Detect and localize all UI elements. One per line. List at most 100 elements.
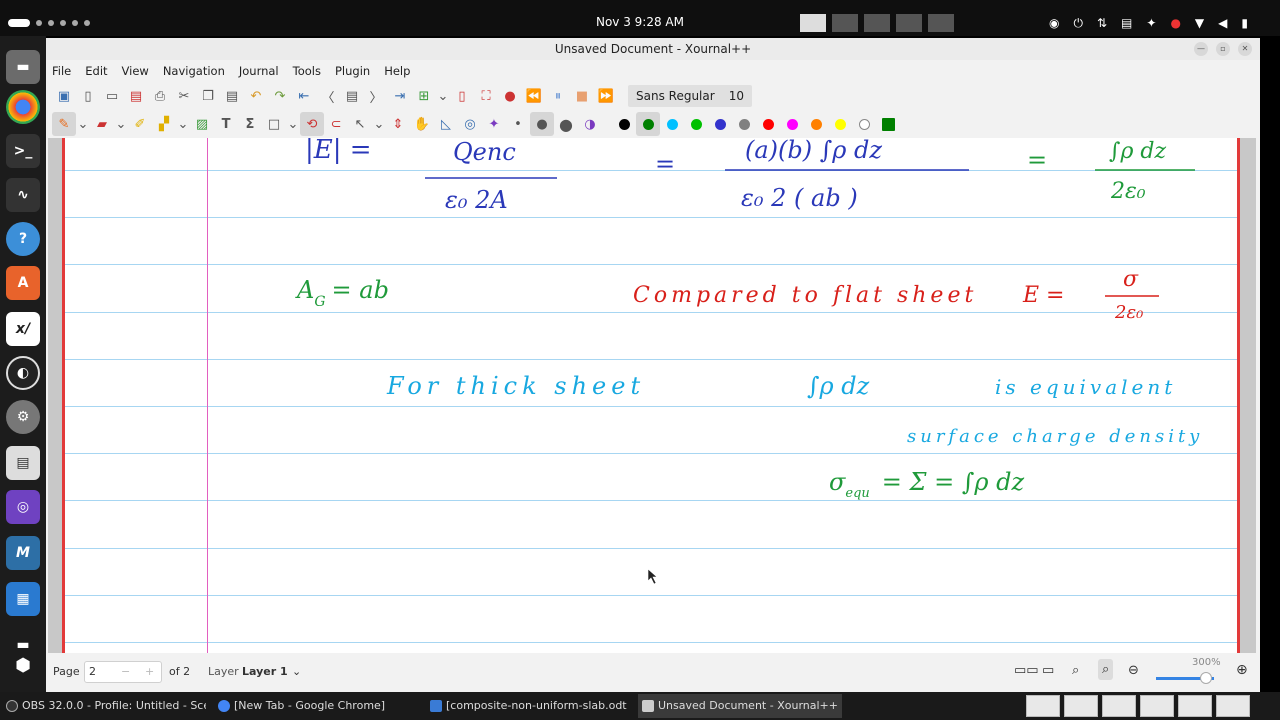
pen-dropdown-icon[interactable]: ⌄ <box>76 112 90 136</box>
workspace-thumb-2[interactable] <box>1064 695 1098 717</box>
two-pages-icon[interactable]: ▭▭ <box>1014 663 1039 678</box>
menu-help[interactable]: Help <box>384 64 410 78</box>
small-dot-icon[interactable]: • <box>506 112 530 136</box>
color-yellow[interactable] <box>828 112 852 136</box>
zoom-fit-icon[interactable]: ⌕ <box>1072 663 1079 678</box>
insert-page-icon[interactable]: ⊞ <box>412 84 436 108</box>
zoom-slider-handle[interactable] <box>1200 672 1212 684</box>
select-object-dropdown-icon[interactable]: ⌄ <box>372 112 386 136</box>
save-icon[interactable]: ▣ <box>52 84 76 108</box>
goto-page-icon[interactable]: ▤ <box>340 84 364 108</box>
font-selector-button[interactable]: Sans Regular 10 <box>628 85 752 107</box>
copy-icon[interactable]: ❐ <box>196 84 220 108</box>
show-apps-icon[interactable]: ⬢ <box>6 648 40 682</box>
color-white[interactable] <box>852 112 876 136</box>
shape-tool-icon[interactable]: □ <box>262 112 286 136</box>
first-page-icon[interactable]: ⇤ <box>292 84 316 108</box>
task-xournal[interactable]: Unsaved Document - Xournal++ <box>638 694 842 718</box>
menu-tools[interactable]: Tools <box>293 64 321 78</box>
settings-app-icon[interactable]: ⚙ <box>6 400 40 434</box>
large-dot-icon[interactable]: ● <box>554 112 578 136</box>
text-tool-icon[interactable]: T <box>214 112 238 136</box>
workspace-4[interactable] <box>896 14 922 32</box>
color-light-blue[interactable] <box>660 112 684 136</box>
page-spin-input[interactable]: 2 − + <box>84 661 162 683</box>
last-page-icon[interactable]: ⇥ <box>388 84 412 108</box>
task-chrome[interactable]: [New Tab - Google Chrome] <box>214 694 418 718</box>
fill-icon[interactable]: ◑ <box>578 112 602 136</box>
select-object-icon[interactable]: ↖ <box>348 112 372 136</box>
highlighter-tool-icon[interactable]: ✐ <box>128 112 152 136</box>
system-monitor-icon[interactable]: ∿ <box>6 178 40 212</box>
set-square-icon[interactable]: ◺ <box>434 112 458 136</box>
latex-tool-icon[interactable]: Σ <box>238 112 262 136</box>
terminal-app-icon[interactable]: >_ <box>6 134 40 168</box>
ruled-page[interactable]: |E| = Qenc ε₀ 2A = (a)(b) ∫ρ dz ε₀ 2 ( a… <box>62 138 1240 653</box>
pen-tool-icon[interactable]: ✎ <box>52 112 76 136</box>
xournal-app-icon[interactable]: x/ <box>6 312 40 346</box>
paste-icon[interactable]: ▤ <box>220 84 244 108</box>
workspace-thumb-4[interactable] <box>1140 695 1174 717</box>
next-page-icon[interactable]: 〉 <box>364 84 388 108</box>
workspace-2[interactable] <box>832 14 858 32</box>
close-icon[interactable]: ✕ <box>1238 42 1252 56</box>
custom-color-button[interactable] <box>876 112 900 136</box>
workspace-thumb-1[interactable] <box>1026 695 1060 717</box>
undo-icon[interactable]: ↶ <box>244 84 268 108</box>
software-center-icon[interactable]: A <box>6 266 40 300</box>
menu-edit[interactable]: Edit <box>85 64 107 78</box>
workspace-thumb-5[interactable] <box>1178 695 1212 717</box>
color-orange[interactable] <box>804 112 828 136</box>
workspace-switcher[interactable] <box>800 14 954 32</box>
volume-icon[interactable]: ◀ <box>1218 16 1227 31</box>
previous-page-icon[interactable]: 〈 <box>316 84 340 108</box>
obs-app-icon[interactable]: ◐ <box>6 356 40 390</box>
workspace-5[interactable] <box>928 14 954 32</box>
window-titlebar[interactable]: Unsaved Document - Xournal++ — ▫ ✕ <box>46 38 1260 60</box>
files-app-icon[interactable]: ▬ <box>6 50 40 84</box>
print-icon[interactable]: ⎙ <box>148 84 172 108</box>
battery-icon[interactable]: ▮ <box>1241 16 1248 31</box>
workspace-3[interactable] <box>864 14 890 32</box>
workspace-1[interactable] <box>800 14 826 32</box>
maximize-icon[interactable]: ▫ <box>1216 42 1230 56</box>
task-writer[interactable]: [composite-non-uniform-slab.odt —... <box>426 694 630 718</box>
menu-view[interactable]: View <box>122 64 149 78</box>
typora-app-icon[interactable]: M <box>6 536 40 570</box>
eraser-dropdown-icon[interactable]: ⌄ <box>114 112 128 136</box>
clipboard-icon[interactable]: ▤ <box>1121 16 1132 31</box>
menu-journal[interactable]: Journal <box>239 64 279 78</box>
document-canvas[interactable]: |E| = Qenc ε₀ 2A = (a)(b) ∫ρ dz ε₀ 2 ( a… <box>48 138 1256 653</box>
obs-tray-icon[interactable]: ◉ <box>1049 16 1059 31</box>
stop-icon[interactable]: ■ <box>570 84 594 108</box>
menu-navigation[interactable]: Navigation <box>163 64 225 78</box>
presentation-icon[interactable]: ▭ <box>1042 663 1054 678</box>
zoom-out-icon[interactable]: ⊖ <box>1128 663 1139 678</box>
page-decrement-icon[interactable]: − <box>121 665 130 678</box>
color-black[interactable] <box>612 112 636 136</box>
cut-icon[interactable]: ✂ <box>172 84 196 108</box>
menu-plugin[interactable]: Plugin <box>335 64 370 78</box>
layer-dropdown-icon[interactable]: ⌄ <box>292 665 301 678</box>
workspace-thumb-6[interactable] <box>1216 695 1250 717</box>
plugin-tool-icon[interactable]: ✦ <box>482 112 506 136</box>
insert-page-dropdown-icon[interactable]: ⌄ <box>436 84 450 108</box>
layer-selector[interactable]: Layer 1 <box>242 665 288 678</box>
microphone-icon[interactable]: ● <box>1170 16 1180 31</box>
pause-icon[interactable]: ⏸ <box>546 84 570 108</box>
compass-icon[interactable]: ◎ <box>458 112 482 136</box>
chrome-app-icon[interactable] <box>6 90 40 124</box>
color-light-green[interactable] <box>684 112 708 136</box>
select-dropdown-icon[interactable]: ⌄ <box>176 112 190 136</box>
color-magenta[interactable] <box>780 112 804 136</box>
shape-recognizer-icon[interactable]: ⟲ <box>300 112 324 136</box>
color-blue[interactable] <box>708 112 732 136</box>
select-region-icon[interactable]: ▞ <box>152 112 176 136</box>
export-pdf-icon[interactable]: ▤ <box>124 84 148 108</box>
ruler-magnet-icon[interactable]: ⊂ <box>324 112 348 136</box>
wifi-icon[interactable]: ▼ <box>1195 16 1204 31</box>
system-tray[interactable]: ◉ ⏻ ⇅ ▤ ✦ ● ▼ ◀ ▮ <box>1049 16 1248 31</box>
image-tool-icon[interactable]: ▨ <box>190 112 214 136</box>
eraser-tool-icon[interactable]: ▰ <box>90 112 114 136</box>
text-editor-icon[interactable]: ▤ <box>6 446 40 480</box>
